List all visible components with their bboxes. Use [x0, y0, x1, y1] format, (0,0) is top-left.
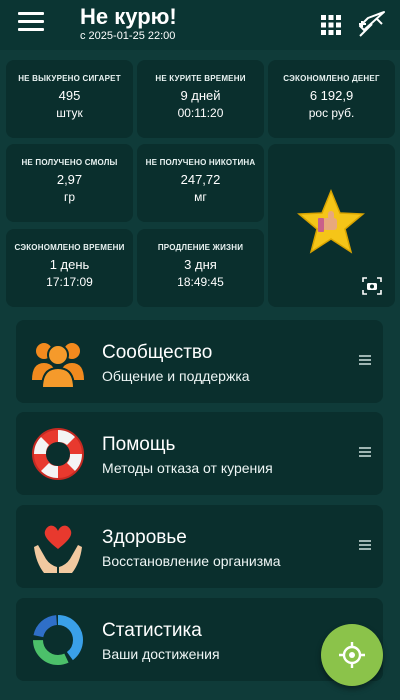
stat-card-nicotine: НЕ ПОЛУЧЕНО НИКОТИНА 247,72 мг [137, 144, 264, 222]
stat-card-tar: НЕ ПОЛУЧЕНО СМОЛЫ 2,97 гр [6, 144, 133, 222]
stat-card-cigarettes: НЕ ВЫКУРЕНО СИГАРЕТ 495 штук [6, 60, 133, 138]
stat-value: 2,97 [56, 172, 83, 187]
crosshair-target-icon [339, 642, 365, 668]
menu-item-help[interactable]: Помощь Методы отказа от курения [16, 412, 383, 495]
drag-handle-icon[interactable] [359, 355, 371, 369]
stat-card-time-saved: СЭКОНОМЛЕНО ВРЕМЕНИ 1 день 17:17:09 [6, 229, 133, 307]
menu-title: Здоровье [102, 527, 187, 548]
stat-label: НЕ ПОЛУЧЕНО НИКОТИНА [145, 158, 256, 167]
stat-unit: 17:17:09 [46, 275, 93, 289]
stat-card-life-extension: ПРОДЛЕНИЕ ЖИЗНИ 3 дня 18:49:45 [137, 229, 264, 307]
menu-item-community[interactable]: Сообщество Общение и поддержка [16, 320, 383, 403]
stat-card-money-saved: СЭКОНОМЛЕНО ДЕНЕГ 6 192,9 рос руб. [268, 60, 395, 138]
menu-subtitle: Методы отказа от курения [102, 460, 273, 476]
drag-handle-icon[interactable] [359, 447, 371, 461]
app-title: Не курю! [80, 4, 177, 29]
menu-item-health[interactable]: Здоровье Восстановление организма [16, 505, 383, 588]
hamburger-menu-icon[interactable] [18, 12, 44, 34]
donut-chart-icon [33, 615, 83, 665]
stat-label: СЭКОНОМЛЕНО ДЕНЕГ [283, 74, 380, 83]
stat-unit: рос руб. [308, 106, 355, 120]
quit-date: с 2025-01-25 22:00 [80, 30, 176, 42]
stat-card-smoke-free-time: НЕ КУРИТЕ ВРЕМЕНИ 9 дней 00:11:20 [137, 60, 264, 138]
stat-unit: штук [56, 106, 83, 120]
stat-value: 1 день [49, 257, 90, 272]
feather-pen-icon[interactable] [356, 8, 388, 40]
top-app-bar: Не курю! с 2025-01-25 22:00 [0, 0, 400, 50]
lifebuoy-icon [32, 428, 84, 480]
achievement-card[interactable] [268, 144, 395, 307]
community-people-icon [32, 343, 84, 389]
stat-value: 6 192,9 [309, 88, 354, 103]
menu-subtitle: Восстановление организма [102, 553, 281, 569]
menu-title: Сообщество [102, 342, 213, 363]
camera-icon[interactable] [362, 277, 382, 295]
drag-handle-icon[interactable] [359, 540, 371, 554]
menu-title: Статистика [102, 620, 202, 641]
stat-unit: 18:49:45 [177, 275, 224, 289]
grid-icon[interactable] [320, 14, 342, 36]
stat-unit: гр [63, 190, 76, 204]
menu-title: Помощь [102, 434, 176, 455]
stat-label: СЭКОНОМЛЕНО ВРЕМЕНИ [14, 243, 125, 252]
menu-subtitle: Общение и поддержка [102, 368, 250, 384]
stat-value: 3 дня [184, 257, 217, 272]
stat-label: НЕ КУРИТЕ ВРЕМЕНИ [155, 74, 246, 83]
menu-subtitle: Ваши достижения [102, 646, 220, 662]
heart-hands-icon [34, 525, 82, 573]
stat-unit: мг [194, 190, 207, 204]
stat-value: 495 [58, 88, 81, 103]
stat-label: НЕ ПОЛУЧЕНО СМОЛЫ [21, 158, 118, 167]
stat-label: НЕ ВЫКУРЕНО СИГАРЕТ [18, 74, 121, 83]
stat-value: 247,72 [180, 172, 221, 187]
target-fab-button[interactable] [321, 624, 383, 686]
star-thumbs-up-icon [297, 189, 365, 254]
stat-label: ПРОДЛЕНИЕ ЖИЗНИ [157, 243, 244, 252]
stat-value: 9 дней [180, 88, 221, 103]
stat-unit: 00:11:20 [177, 106, 224, 120]
